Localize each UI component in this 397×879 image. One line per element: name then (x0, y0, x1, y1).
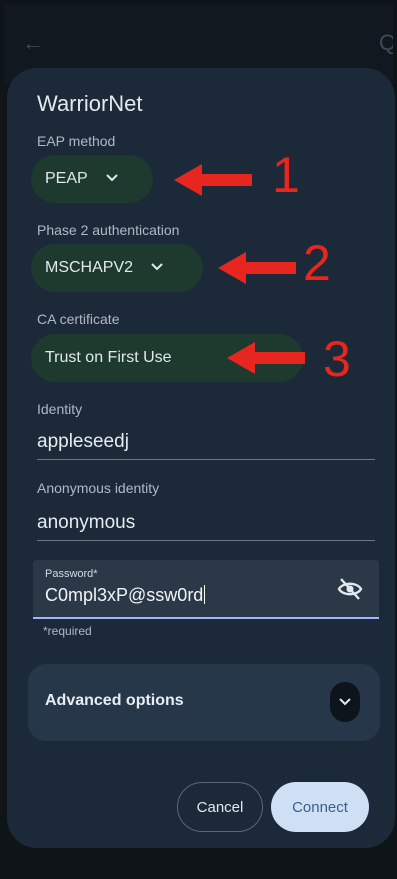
advanced-options-expand-button[interactable] (330, 682, 360, 722)
eap-method-label: EAP method (37, 133, 116, 149)
annotation-number-1: 1 (272, 147, 300, 203)
password-underline (33, 617, 379, 619)
password-field[interactable]: Password* C0mpl3xP@ssw0rd (33, 560, 379, 618)
advanced-options-label: Advanced options (45, 692, 184, 709)
password-label: Password* (45, 568, 98, 580)
annotation-number-2: 2 (303, 235, 331, 291)
chevron-down-icon (339, 698, 351, 706)
annotation-number-3: 3 (323, 331, 351, 387)
ca-certificate-label: CA certificate (37, 311, 120, 327)
required-helper-text: *required (43, 624, 92, 638)
anonymous-identity-label: Anonymous identity (37, 480, 160, 496)
search-icon[interactable]: Q (379, 28, 393, 58)
network-name-title: WarriorNet (37, 91, 143, 116)
advanced-options-panel[interactable]: Advanced options (28, 664, 380, 741)
anonymous-identity-input[interactable]: anonymous (37, 512, 135, 534)
red-arrow-annotation (227, 342, 305, 374)
ca-certificate-value: Trust on First Use (45, 349, 172, 366)
eap-method-dropdown[interactable]: PEAP (31, 155, 153, 203)
identity-label: Identity (37, 401, 83, 417)
chevron-down-icon (105, 174, 118, 184)
phase2-auth-value: MSCHAPV2 (45, 259, 134, 276)
password-value: C0mpl3xP@ssw0rd (45, 585, 204, 605)
red-arrow-annotation (218, 252, 296, 284)
phase2-auth-dropdown[interactable]: MSCHAPV2 (31, 244, 203, 292)
chevron-down-icon (151, 263, 163, 273)
identity-underline (37, 459, 375, 460)
back-arrow-icon[interactable]: ← (18, 28, 48, 58)
password-input[interactable]: C0mpl3xP@ssw0rd (45, 585, 206, 606)
red-arrow-annotation (174, 164, 252, 196)
identity-input[interactable]: appleseedj (37, 431, 129, 453)
eap-method-value: PEAP (45, 170, 88, 187)
anonymous-identity-underline (37, 540, 375, 541)
cancel-button[interactable]: Cancel (177, 782, 263, 832)
phase2-auth-label: Phase 2 authentication (37, 222, 180, 238)
visibility-off-icon[interactable] (337, 576, 363, 602)
text-cursor (204, 585, 206, 604)
wifi-network-dialog: WarriorNet EAP method PEAP 1 Phase 2 aut… (7, 68, 395, 848)
connect-button[interactable]: Connect (271, 782, 369, 832)
